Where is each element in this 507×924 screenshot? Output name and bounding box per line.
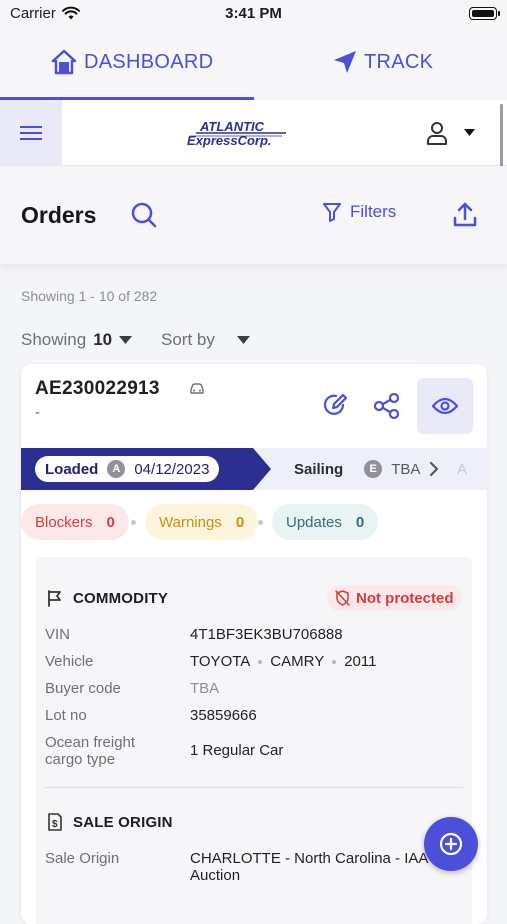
step-date: 04/12/2023 bbox=[134, 460, 210, 478]
separator-dot bbox=[131, 520, 136, 525]
sort-by-select[interactable]: Sort by bbox=[161, 330, 250, 350]
dollar-document-icon: $ bbox=[48, 813, 62, 831]
sale-origin-line2: Auction bbox=[190, 867, 241, 884]
search-icon[interactable] bbox=[130, 201, 158, 229]
share-nodes-icon[interactable] bbox=[373, 392, 401, 420]
filters-button[interactable]: Filters bbox=[322, 202, 396, 222]
cargo-type-label-line2: cargo type bbox=[45, 751, 116, 768]
chevron-right-icon bbox=[430, 461, 439, 477]
sort-by-label: Sort by bbox=[161, 330, 215, 349]
commodity-heading: COMMODITY bbox=[47, 590, 168, 607]
timeline-step-faded: A bbox=[457, 460, 468, 478]
status-bar: Carrier 3:41 PM bbox=[0, 0, 507, 28]
cargo-type-value: 1 Regular Car bbox=[190, 742, 284, 759]
tab-dashboard-label: DASHBOARD bbox=[84, 50, 214, 73]
share-upload-icon[interactable] bbox=[451, 201, 479, 229]
buyer-code-value: TBA bbox=[190, 680, 220, 697]
page-size-select[interactable]: Showing 10 bbox=[21, 330, 133, 350]
orders-toolbar: Orders Filters bbox=[0, 166, 507, 264]
section-divider bbox=[45, 787, 463, 788]
caret-down-icon bbox=[236, 336, 250, 344]
vehicle-value: TOYOTA CAMRY 2011 bbox=[190, 653, 376, 670]
sale-origin-heading: $ SALE ORIGIN bbox=[47, 813, 173, 831]
svg-text:ATLANTIC: ATLANTIC bbox=[199, 119, 265, 134]
caret-down-icon bbox=[464, 129, 475, 136]
caret-down-icon bbox=[119, 336, 133, 344]
vin-label: VIN bbox=[45, 626, 71, 643]
chip-label: Blockers bbox=[35, 513, 93, 531]
order-subtitle: - bbox=[35, 404, 40, 421]
chip-label: Updates bbox=[286, 513, 342, 531]
separator-dot bbox=[258, 520, 263, 525]
cargo-type-label-line1: Ocean freight bbox=[45, 734, 136, 751]
timeline-step-loaded: Loaded A 04/12/2023 bbox=[35, 456, 220, 482]
page-scrollbar[interactable] bbox=[500, 104, 503, 170]
hamburger-menu-icon bbox=[20, 126, 42, 140]
results-range: Showing 1 - 10 of 282 bbox=[21, 288, 158, 304]
sale-origin-value: CHARLOTTE - North Carolina - IAA Auction bbox=[190, 850, 428, 884]
chip-count: 0 bbox=[355, 513, 365, 531]
tab-track-label: TRACK bbox=[364, 50, 434, 73]
vehicle-model: CAMRY bbox=[270, 653, 325, 670]
vehicle-make: TOYOTA bbox=[190, 653, 251, 670]
user-icon bbox=[427, 122, 447, 145]
shipment-timeline[interactable]: Loaded A 04/12/2023 Sailing E TBA A bbox=[21, 448, 487, 490]
tab-track[interactable]: TRACK bbox=[332, 42, 433, 82]
order-card[interactable]: AE230022913 - Loaded A 04/12/2023 Sailin… bbox=[21, 364, 487, 924]
step-label: Sailing bbox=[294, 460, 344, 478]
chip-count: 0 bbox=[235, 513, 245, 531]
edit-icon[interactable] bbox=[321, 392, 349, 420]
svg-text:ExpressCorp.: ExpressCorp. bbox=[187, 133, 272, 148]
menu-button[interactable] bbox=[0, 100, 62, 166]
lot-no-value: 35859666 bbox=[190, 707, 257, 724]
sale-origin-label: Sale Origin bbox=[45, 850, 120, 867]
page-size-value: 10 bbox=[93, 330, 113, 349]
home-icon bbox=[51, 49, 77, 75]
flag-icon bbox=[48, 590, 61, 607]
vehicle-year: 2011 bbox=[344, 653, 377, 670]
user-menu-button[interactable] bbox=[424, 120, 480, 148]
timeline-step-sailing: Sailing E TBA bbox=[294, 448, 439, 490]
add-order-button[interactable] bbox=[424, 817, 478, 871]
chip-count: 0 bbox=[106, 513, 115, 531]
plus-circle-icon bbox=[439, 832, 463, 856]
navigation-arrow-icon bbox=[334, 51, 356, 73]
section-title: SALE ORIGIN bbox=[73, 813, 173, 831]
clock: 3:41 PM bbox=[225, 5, 282, 22]
order-details: COMMODITY Not protected VIN 4T1BF3EK3BU7… bbox=[36, 557, 472, 924]
protection-status-badge: Not protected bbox=[327, 585, 462, 611]
shield-off-icon bbox=[335, 590, 350, 606]
step-label: Loaded bbox=[45, 460, 99, 478]
top-nav-tabs: DASHBOARD TRACK bbox=[0, 28, 507, 100]
battery-icon bbox=[469, 7, 500, 20]
filter-funnel-icon bbox=[323, 203, 341, 222]
section-title: COMMODITY bbox=[73, 590, 169, 607]
vin-value: 4T1BF3EK3BU706888 bbox=[190, 626, 343, 643]
car-icon bbox=[190, 383, 204, 394]
protection-status-label: Not protected bbox=[356, 589, 454, 607]
estimated-badge: E bbox=[364, 460, 383, 478]
eye-icon bbox=[432, 397, 458, 415]
warnings-chip[interactable]: Warnings 0 bbox=[145, 504, 259, 540]
actual-badge: A bbox=[107, 460, 126, 478]
page-title: Orders bbox=[21, 202, 97, 228]
vehicle-label: Vehicle bbox=[45, 653, 94, 670]
buyer-code-label: Buyer code bbox=[45, 680, 121, 697]
cargo-type-label: Ocean freight cargo type bbox=[45, 734, 135, 768]
lot-no-label: Lot no bbox=[45, 707, 87, 724]
updates-chip[interactable]: Updates 0 bbox=[272, 504, 379, 540]
sale-origin-line1: CHARLOTTE - North Carolina - IAA bbox=[190, 850, 429, 867]
view-order-button[interactable] bbox=[417, 378, 473, 434]
filters-label: Filters bbox=[350, 202, 397, 221]
svg-text:$: $ bbox=[52, 819, 58, 830]
step-date: TBA bbox=[391, 460, 421, 478]
page-size-label: Showing bbox=[21, 330, 87, 349]
app-header: ATLANTIC ExpressCorp. bbox=[0, 100, 507, 166]
blockers-chip[interactable]: Blockers 0 bbox=[21, 504, 129, 540]
chip-label: Warnings bbox=[159, 513, 222, 531]
tab-dashboard[interactable]: DASHBOARD bbox=[50, 42, 213, 82]
company-logo: ATLANTIC ExpressCorp. bbox=[187, 119, 286, 148]
order-id: AE230022913 bbox=[35, 378, 160, 399]
